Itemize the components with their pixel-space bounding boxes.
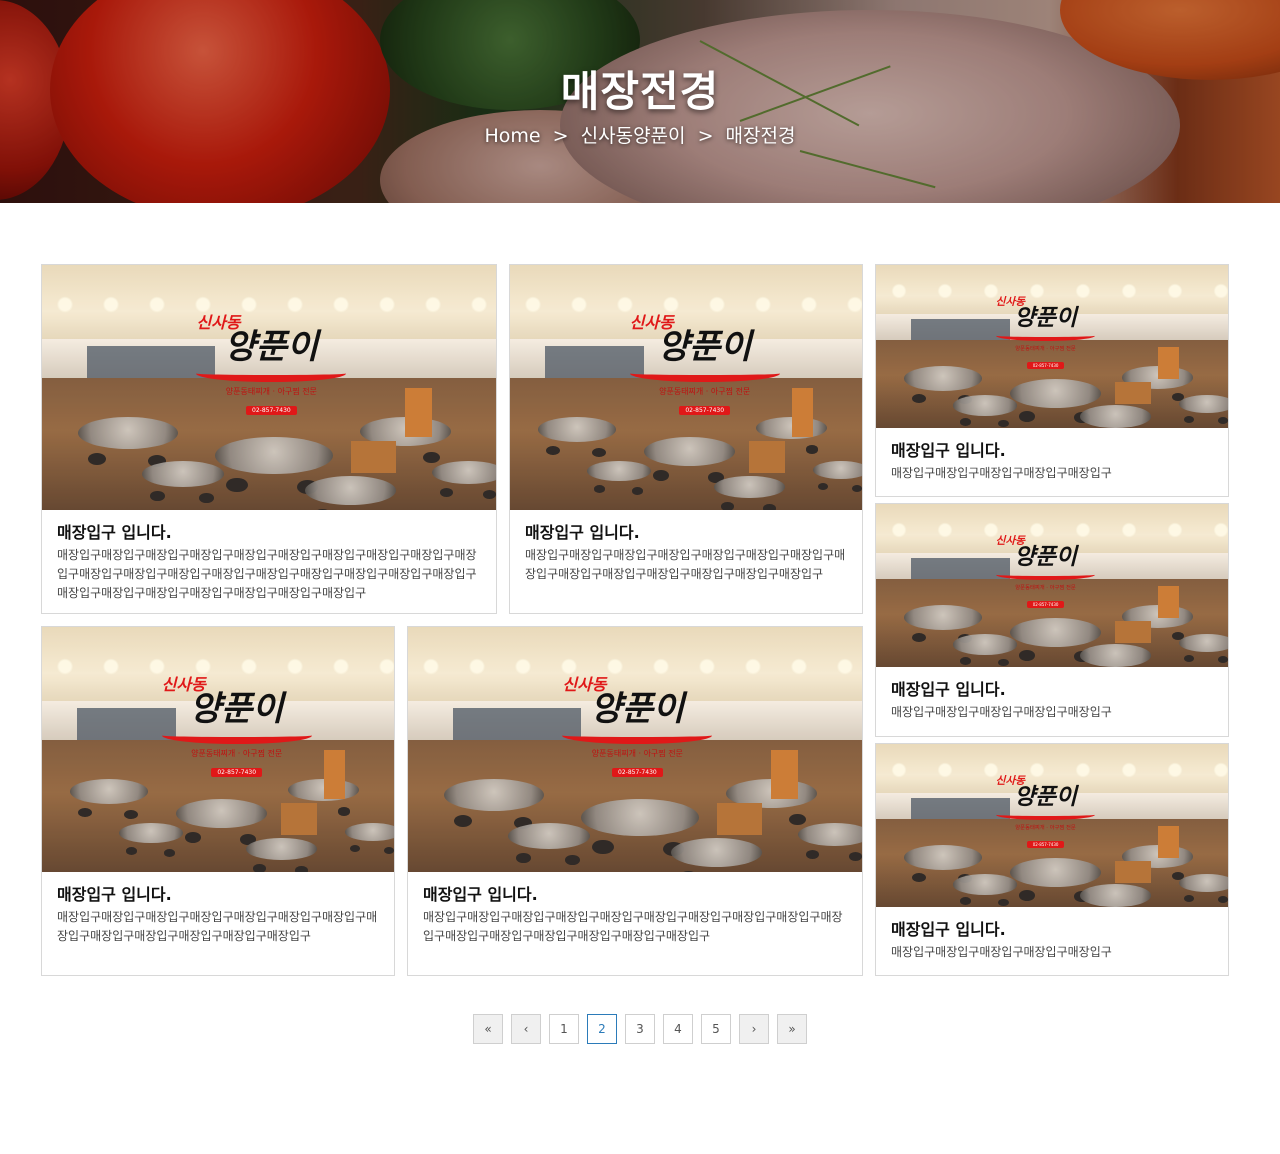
- gallery-card[interactable]: 신사동 양푼이 양푼동태찌개 · 아구찜 전문 02-857-7430 매장입구…: [407, 626, 863, 976]
- gallery-card[interactable]: 신사동 양푼이 양푼동태찌개 · 아구찜 전문 02-857-7430 매장입구…: [875, 743, 1229, 976]
- restaurant-logo: 신사동 양푼이 양푼동태찌개 · 아구찜 전문 02-857-7430: [995, 773, 1096, 850]
- page-title: 매장전경: [560, 67, 720, 116]
- store-photo[interactable]: 신사동 양푼이 양푼동태찌개 · 아구찜 전문 02-857-7430: [510, 265, 862, 510]
- breadcrumb-home[interactable]: Home: [485, 125, 541, 147]
- first-page-button[interactable]: «: [473, 1014, 503, 1044]
- next-page-button[interactable]: ›: [739, 1014, 769, 1044]
- last-page-button[interactable]: »: [777, 1014, 807, 1044]
- card-title: 매장입구 입니다.: [525, 523, 640, 542]
- page-1-button[interactable]: 1: [549, 1014, 579, 1044]
- breadcrumb-current: 매장전경: [725, 125, 796, 147]
- card-title: 매장입구 입니다.: [57, 885, 172, 904]
- page-2-button[interactable]: 2: [587, 1014, 617, 1044]
- store-photo[interactable]: 신사동 양푼이 양푼동태찌개 · 아구찜 전문 02-857-7430: [408, 627, 862, 872]
- card-description: 매장입구매장입구매장입구매장입구매장입구: [891, 705, 1112, 719]
- restaurant-logo: 신사동 양푼이 양푼동태찌개 · 아구찜 전문 02-857-7430: [995, 533, 1096, 610]
- gallery-card[interactable]: 신사동 양푼이 양푼동태찌개 · 아구찜 전문 02-857-7430 매장입구…: [509, 264, 863, 614]
- card-description: 매장입구매장입구매장입구매장입구매장입구: [891, 945, 1112, 959]
- breadcrumb: Home > 신사동양푼이 > 매장전경: [0, 121, 1280, 148]
- gallery-card[interactable]: 신사동 양푼이 양푼동태찌개 · 아구찜 전문 02-857-7430 매장입구…: [41, 626, 395, 976]
- store-photo[interactable]: 신사동 양푼이 양푼동태찌개 · 아구찜 전문 02-857-7430: [42, 627, 394, 872]
- card-description: 매장입구매장입구매장입구매장입구매장입구매장입구매장입구매장입구매장입구매장입구…: [423, 910, 843, 943]
- card-title: 매장입구 입니다.: [57, 523, 172, 542]
- page-3-button[interactable]: 3: [625, 1014, 655, 1044]
- gallery-card[interactable]: 신사동 양푼이 양푼동태찌개 · 아구찜 전문 02-857-7430 매장입구…: [41, 264, 497, 614]
- pagination: « ‹ 1 2 3 4 5 › »: [0, 1014, 1280, 1044]
- restaurant-logo: 신사동 양푼이 양푼동태찌개 · 아구찜 전문 02-857-7430: [995, 294, 1096, 371]
- store-photo[interactable]: 신사동 양푼이 양푼동태찌개 · 아구찜 전문 02-857-7430: [42, 265, 496, 510]
- card-title: 매장입구 입니다.: [423, 885, 538, 904]
- prev-page-button[interactable]: ‹: [511, 1014, 541, 1044]
- card-description: 매장입구매장입구매장입구매장입구매장입구: [891, 466, 1112, 480]
- restaurant-logo: 신사동 양푼이 양푼동태찌개 · 아구찜 전문 02-857-7430: [562, 671, 713, 778]
- store-photo[interactable]: 신사동 양푼이 양푼동태찌개 · 아구찜 전문 02-857-7430: [876, 744, 1228, 907]
- gallery-card[interactable]: 신사동 양푼이 양푼동태찌개 · 아구찜 전문 02-857-7430 매장입구…: [875, 503, 1229, 737]
- store-photo[interactable]: 신사동 양푼이 양푼동태찌개 · 아구찜 전문 02-857-7430: [876, 504, 1228, 667]
- card-description: 매장입구매장입구매장입구매장입구매장입구매장입구매장입구매장입구매장입구매장입구…: [57, 910, 378, 943]
- card-description: 매장입구매장입구매장입구매장입구매장입구매장입구매장입구매장입구매장입구매장입구…: [57, 548, 477, 600]
- gallery-card[interactable]: 신사동 양푼이 양푼동태찌개 · 아구찜 전문 02-857-7430 매장입구…: [875, 264, 1229, 497]
- restaurant-logo: 신사동 양푼이 양푼동태찌개 · 아구찜 전문 02-857-7430: [629, 309, 780, 416]
- restaurant-logo: 신사동 양푼이 양푼동태찌개 · 아구찜 전문 02-857-7430: [161, 671, 312, 778]
- breadcrumb-separator: >: [697, 125, 714, 147]
- hero-banner: 매장전경 Home > 신사동양푼이 > 매장전경: [0, 0, 1280, 203]
- restaurant-logo: 신사동 양푼이 양푼동태찌개 · 아구찜 전문 02-857-7430: [196, 309, 347, 416]
- store-photo[interactable]: 신사동 양푼이 양푼동태찌개 · 아구찜 전문 02-857-7430: [876, 265, 1228, 428]
- breadcrumb-section[interactable]: 신사동양푼이: [581, 125, 686, 147]
- card-title: 매장입구 입니다.: [891, 920, 1006, 939]
- breadcrumb-separator: >: [552, 125, 569, 147]
- page-5-button[interactable]: 5: [701, 1014, 731, 1044]
- card-title: 매장입구 입니다.: [891, 680, 1006, 699]
- card-description: 매장입구매장입구매장입구매장입구매장입구매장입구매장입구매장입구매장입구매장입구…: [525, 548, 846, 581]
- page-4-button[interactable]: 4: [663, 1014, 693, 1044]
- card-title: 매장입구 입니다.: [891, 441, 1006, 460]
